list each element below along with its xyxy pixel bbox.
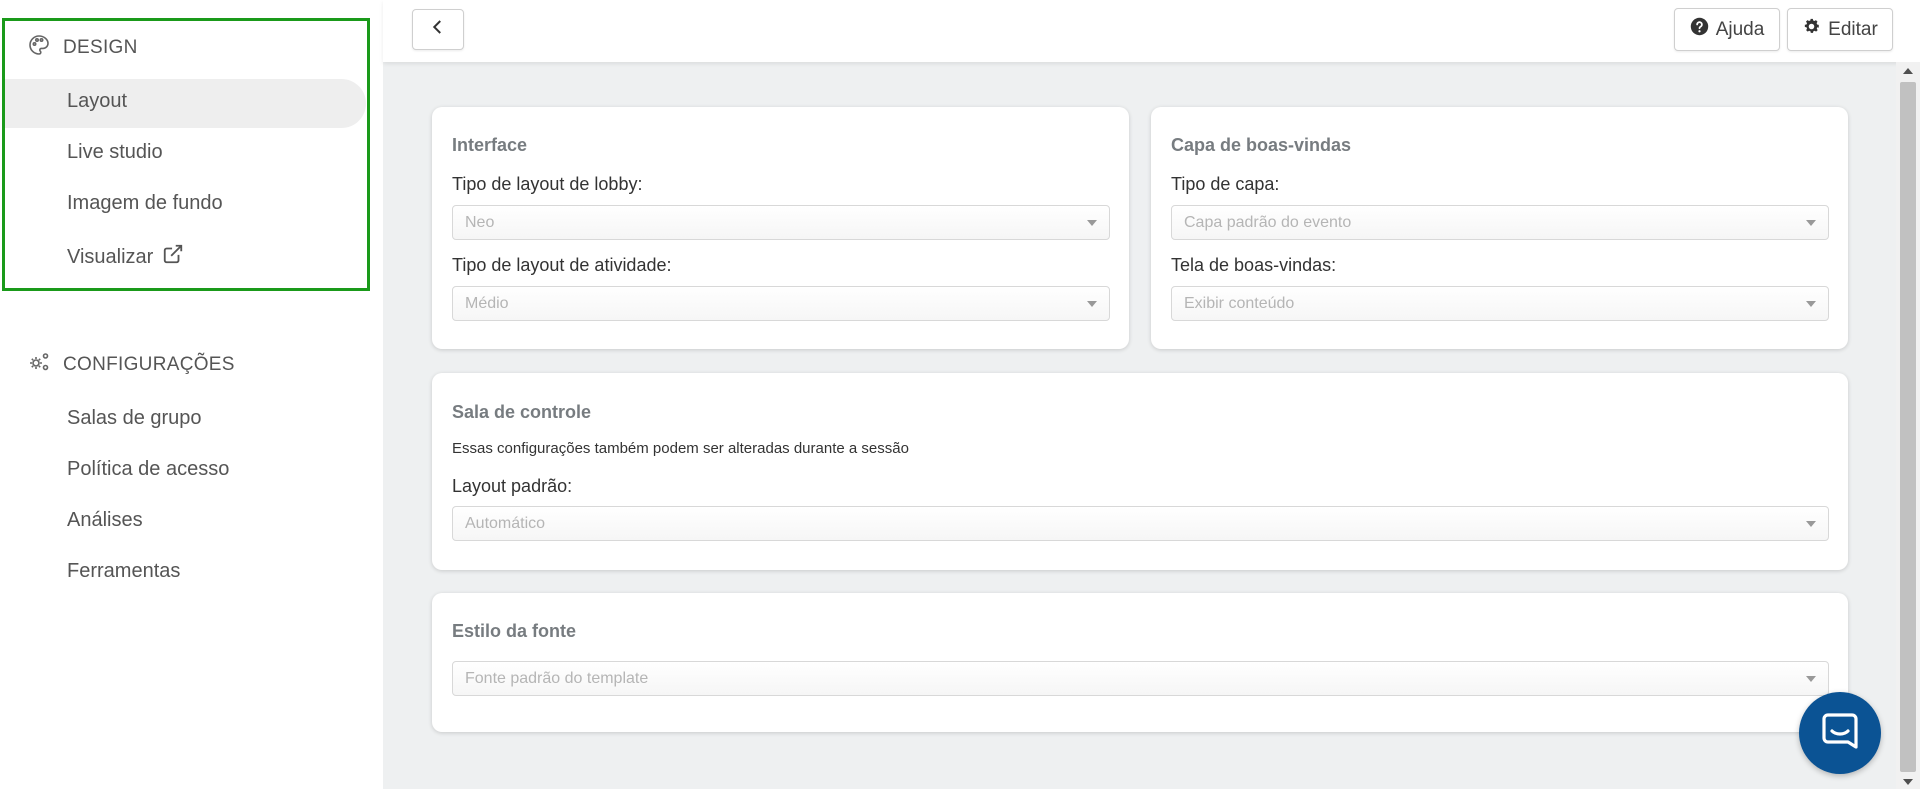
activity-layout-select[interactable]: Médio	[452, 286, 1110, 321]
external-link-icon	[161, 243, 185, 271]
chat-icon	[1818, 709, 1862, 758]
config-section-header: CONFIGURAÇÕES	[27, 350, 235, 380]
font-style-select[interactable]: Fonte padrão do template	[452, 661, 1829, 696]
chevron-left-icon	[429, 18, 447, 42]
welcome-screen-select[interactable]: Exibir conteúdo	[1171, 286, 1829, 321]
caret-down-icon	[1806, 521, 1816, 527]
sidebar-item-live-studio[interactable]: Live studio	[67, 141, 163, 164]
select-value: Neo	[465, 213, 495, 231]
edit-label: Editar	[1828, 18, 1878, 40]
sidebar-item-group-rooms[interactable]: Salas de grupo	[67, 407, 202, 430]
scrollbar-thumb[interactable]	[1900, 82, 1916, 772]
cover-type-select[interactable]: Capa padrão do evento	[1171, 205, 1829, 240]
control-card-note: Essas configurações também podem ser alt…	[452, 440, 909, 457]
sidebar-item-label: Live studio	[67, 141, 163, 163]
main-content: Ajuda Editar Interface Tipo de layout de…	[383, 0, 1920, 789]
control-room-card: Sala de controle Essas configurações tam…	[432, 373, 1848, 570]
default-layout-label: Layout padrão:	[452, 476, 573, 496]
caret-down-icon	[1806, 301, 1816, 307]
active-nav-highlight	[5, 79, 366, 128]
lobby-layout-label: Tipo de layout de lobby:	[452, 174, 643, 194]
chat-launcher-button[interactable]	[1799, 692, 1881, 774]
edit-button[interactable]: Editar	[1787, 8, 1893, 51]
design-section-header: DESIGN	[27, 33, 138, 63]
lobby-layout-select[interactable]: Neo	[452, 205, 1110, 240]
sidebar-item-label: Visualizar	[67, 245, 154, 268]
design-section-title: DESIGN	[63, 37, 138, 58]
sidebar-item-layout[interactable]: Layout	[67, 90, 127, 113]
sidebar: DESIGN Layout Live studio Imagem de fund…	[0, 0, 383, 789]
interface-card: Interface Tipo de layout de lobby: Neo T…	[432, 107, 1129, 349]
select-value: Capa padrão do evento	[1184, 213, 1352, 231]
font-style-card: Estilo da fonte Fonte padrão do template	[432, 593, 1848, 732]
scroll-down-icon[interactable]	[1903, 779, 1913, 785]
back-button[interactable]	[412, 9, 464, 50]
sidebar-item-analytics[interactable]: Análises	[67, 509, 143, 532]
sidebar-item-label: Layout	[67, 90, 128, 112]
sidebar-item-access-policy[interactable]: Política de acesso	[67, 458, 229, 481]
scroll-up-icon[interactable]	[1903, 68, 1913, 74]
welcome-card-title: Capa de boas-vindas	[1171, 135, 1352, 155]
cover-type-label: Tipo de capa:	[1171, 174, 1280, 194]
sidebar-item-background-image[interactable]: Imagem de fundo	[67, 192, 223, 215]
caret-down-icon	[1806, 220, 1816, 226]
select-value: Médio	[465, 294, 509, 312]
vertical-scrollbar[interactable]	[1896, 62, 1920, 789]
caret-down-icon	[1806, 676, 1816, 682]
activity-layout-label: Tipo de layout de atividade:	[452, 255, 672, 275]
question-circle-icon	[1690, 17, 1709, 42]
sidebar-item-tools[interactable]: Ferramentas	[67, 560, 180, 583]
config-section-title: CONFIGURAÇÕES	[63, 354, 235, 375]
caret-down-icon	[1087, 220, 1097, 226]
welcome-screen-label: Tela de boas-vindas:	[1171, 255, 1337, 275]
select-value: Exibir conteúdo	[1184, 294, 1295, 312]
select-value: Fonte padrão do template	[465, 669, 649, 687]
caret-down-icon	[1087, 301, 1097, 307]
interface-card-title: Interface	[452, 135, 528, 155]
sidebar-item-preview[interactable]: Visualizar	[67, 243, 185, 271]
default-layout-select[interactable]: Automático	[452, 506, 1829, 541]
sidebar-item-label: Ferramentas	[67, 560, 181, 582]
gears-icon	[27, 350, 51, 380]
font-card-title: Estilo da fonte	[452, 621, 577, 641]
sidebar-item-label: Salas de grupo	[67, 407, 202, 429]
gear-icon	[1802, 17, 1821, 42]
select-value: Automático	[465, 514, 546, 532]
control-card-title: Sala de controle	[452, 402, 592, 422]
welcome-cover-card: Capa de boas-vindas Tipo de capa: Capa p…	[1151, 107, 1848, 349]
sidebar-item-label: Política de acesso	[67, 458, 230, 480]
help-label: Ajuda	[1715, 18, 1765, 40]
sidebar-item-label: Imagem de fundo	[67, 192, 223, 214]
palette-icon	[27, 33, 51, 63]
sidebar-item-label: Análises	[67, 509, 143, 531]
help-button[interactable]: Ajuda	[1674, 8, 1780, 51]
top-bar: Ajuda Editar	[383, 0, 1920, 62]
